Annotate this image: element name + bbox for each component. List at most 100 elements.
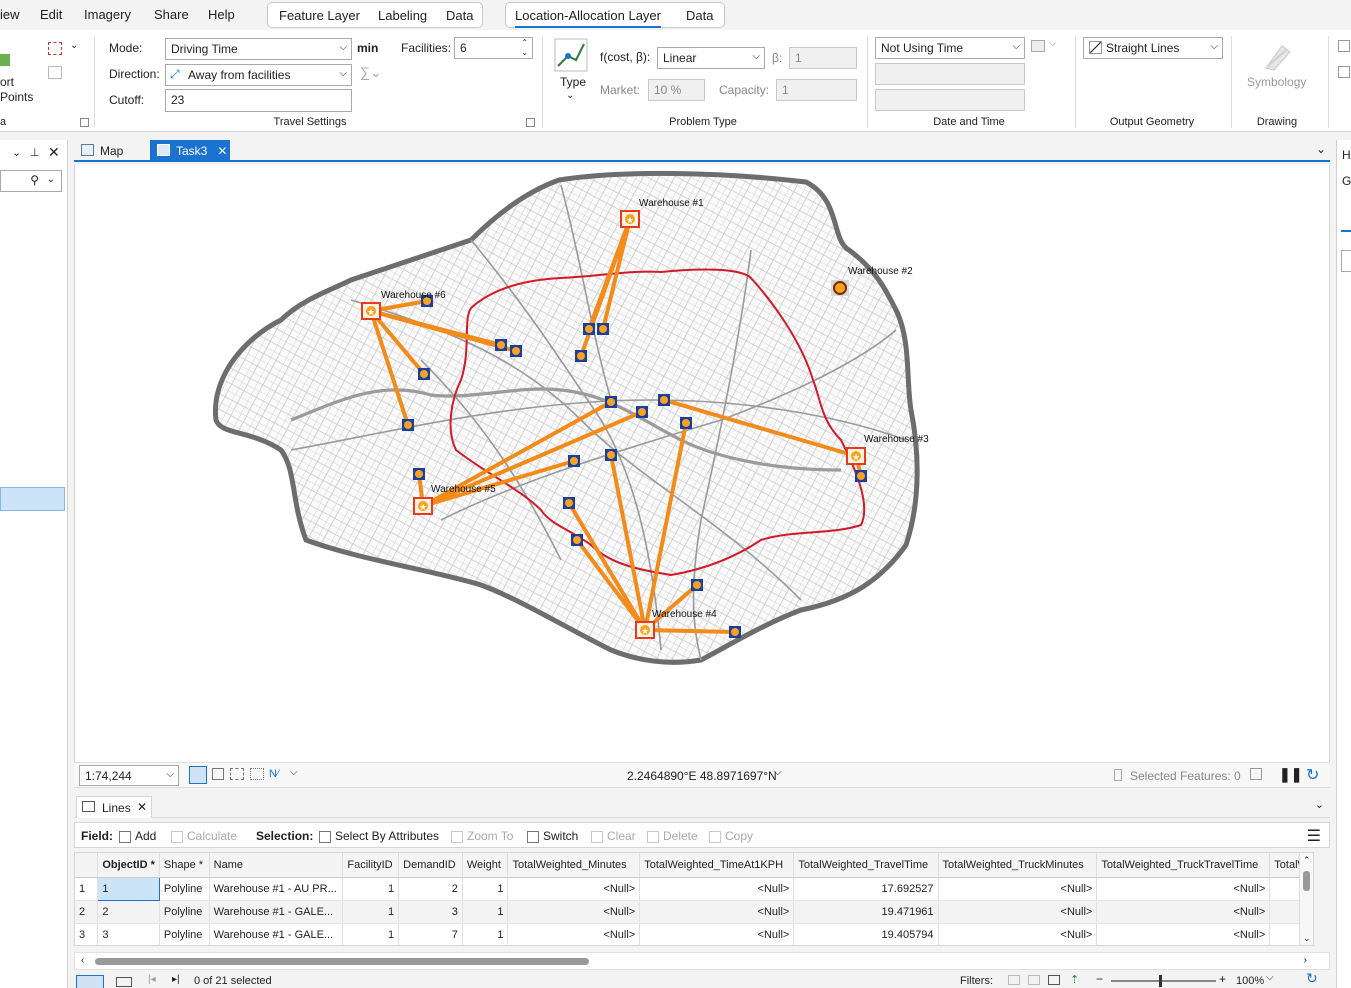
- facilities-stepper[interactable]: 6 ⌃ ⌄: [454, 37, 533, 59]
- scroll-thumb[interactable]: [1303, 871, 1310, 891]
- accumulate-icon[interactable]: ∑⌄: [360, 64, 382, 81]
- tab-help[interactable]: Help: [208, 7, 235, 22]
- column-header-totalweighted-truckminutes[interactable]: TotalWeighted_TruckMinutes: [938, 853, 1098, 878]
- grid-icon[interactable]: [212, 768, 224, 780]
- last-record-icon[interactable]: ▸|: [172, 974, 180, 985]
- table-cell[interactable]: <Null>: [1096, 877, 1271, 901]
- tab-share[interactable]: Share: [154, 7, 189, 22]
- snapping-icon[interactable]: [230, 768, 244, 780]
- definition-filter-icon[interactable]: [1048, 975, 1060, 985]
- warehouse-3-marker[interactable]: ★: [846, 447, 866, 465]
- column-header-totalweighted-traveltime[interactable]: TotalWeighted_TravelTime: [793, 853, 939, 878]
- chevron-down-icon[interactable]: ⌵: [290, 767, 298, 778]
- column-header-demandid[interactable]: DemandID: [398, 853, 463, 878]
- table-cell[interactable]: 19.471961: [793, 900, 939, 924]
- column-header-totalweighted-timeat1kph[interactable]: TotalWeighted_TimeAt1KPH: [639, 853, 795, 878]
- symbology-icon[interactable]: [1262, 42, 1294, 72]
- table-cell[interactable]: <Null>: [938, 900, 1098, 924]
- tab-data[interactable]: Data: [446, 8, 473, 23]
- direction-dropdown[interactable]: ⤢ Away from facilities ⌵: [165, 64, 352, 86]
- delete-button[interactable]: Delete: [647, 829, 698, 843]
- map-view[interactable]: ★ ★ ★ ★ ★ Warehouse #1 Warehouse #2 Ware…: [74, 164, 1330, 762]
- table-cell[interactable]: <Null>: [507, 877, 641, 901]
- table-cell[interactable]: 3: [398, 900, 463, 924]
- tab-task3[interactable]: Task3 ✕: [150, 140, 230, 162]
- tab-labeling[interactable]: Labeling: [378, 8, 427, 23]
- right-pane-input[interactable]: [1341, 250, 1351, 272]
- scroll-up-icon[interactable]: ⌃: [1303, 855, 1311, 866]
- filter-remove-icon[interactable]: [1338, 66, 1350, 78]
- demand-point[interactable]: [636, 406, 648, 418]
- table-cell[interactable]: 1: [462, 877, 509, 901]
- table-row[interactable]: 2 2 Polyline Warehouse #1 - GALE... 1 3 1 <Null…: [75, 900, 1313, 924]
- tab-la-data[interactable]: Data: [686, 8, 713, 23]
- range-filter-icon[interactable]: [1028, 975, 1040, 985]
- mode-dropdown[interactable]: Driving Time ⌵: [165, 38, 352, 60]
- beta-input[interactable]: 1: [789, 47, 857, 69]
- zoom-out-icon[interactable]: −: [1096, 972, 1103, 986]
- hamburger-menu-icon[interactable]: ☰: [1307, 826, 1321, 846]
- symbology-label[interactable]: Symbology: [1247, 75, 1306, 89]
- show-selected-records-icon[interactable]: [116, 977, 132, 987]
- column-header-totalweighted-trucktraveltime[interactable]: TotalWeighted_TruckTravelTime: [1096, 853, 1271, 878]
- switch-selection-button[interactable]: Switch: [527, 829, 578, 843]
- demand-point[interactable]: [605, 396, 617, 408]
- table-cell[interactable]: Warehouse #1 - GALE...: [209, 923, 344, 945]
- close-icon[interactable]: ✕: [137, 800, 147, 814]
- zoom-slider-thumb[interactable]: [1159, 975, 1162, 987]
- table-cell[interactable]: 1: [342, 877, 400, 901]
- table-cell[interactable]: Polyline: [159, 923, 210, 945]
- tab-map[interactable]: Map: [74, 140, 146, 162]
- table-cell[interactable]: Warehouse #1 - GALE...: [209, 900, 344, 924]
- tab-location-allocation-layer[interactable]: Location-Allocation Layer: [515, 8, 661, 28]
- time-input[interactable]: [875, 89, 1025, 111]
- right-pane-tab-partial[interactable]: H: [1342, 148, 1351, 162]
- pin-icon[interactable]: ⊥: [30, 146, 40, 159]
- filter-icon[interactable]: [1338, 40, 1350, 52]
- demand-point[interactable]: [691, 579, 703, 591]
- constraints-icon[interactable]: [250, 768, 264, 780]
- table-cell[interactable]: Polyline: [159, 877, 210, 901]
- chevron-down-icon[interactable]: ⌵: [774, 767, 782, 778]
- table-cell[interactable]: 17.692527: [793, 877, 939, 901]
- row-number[interactable]: 1: [75, 877, 99, 901]
- day-input[interactable]: [875, 63, 1025, 85]
- demand-point[interactable]: [495, 339, 507, 351]
- row-number[interactable]: 3: [75, 923, 99, 945]
- table-row[interactable]: 3 3 Polyline Warehouse #1 - GALE... 1 7 1 <Null…: [75, 923, 1313, 945]
- table-cell[interactable]: <Null>: [639, 923, 795, 945]
- column-header-weight[interactable]: Weight: [462, 853, 509, 878]
- table-row[interactable]: 1 1 Polyline Warehouse #1 - AU PR... 1 2 1 <Nul…: [75, 876, 1313, 901]
- group-launcher-icon[interactable]: [526, 118, 535, 127]
- demand-point[interactable]: [729, 626, 741, 638]
- clear-selection-button[interactable]: Clear: [591, 829, 636, 843]
- column-header-facilityid[interactable]: FacilityID: [342, 853, 400, 878]
- chevron-down-icon[interactable]: ⌵: [1049, 38, 1057, 49]
- demand-point[interactable]: [571, 534, 583, 546]
- capacity-input[interactable]: 1: [776, 79, 857, 101]
- demand-point[interactable]: [583, 323, 595, 335]
- selected-layer-row[interactable]: [0, 487, 65, 511]
- table-cell[interactable]: <Null>: [1096, 900, 1271, 924]
- demand-point[interactable]: [418, 368, 430, 380]
- first-record-icon[interactable]: |◂: [148, 974, 156, 985]
- demand-point[interactable]: [680, 417, 692, 429]
- search-input[interactable]: ⚲ ⌄: [0, 170, 62, 192]
- warehouse-5-marker[interactable]: ★: [413, 497, 433, 515]
- fcost-dropdown[interactable]: Linear ⌵: [657, 47, 765, 69]
- table-cell[interactable]: Polyline: [159, 900, 210, 924]
- type-label[interactable]: Type: [560, 75, 586, 89]
- chevron-down-icon[interactable]: ⌄: [566, 90, 574, 101]
- chevron-down-icon[interactable]: ⌄: [1316, 142, 1326, 156]
- pause-icon[interactable]: ❚❚: [1279, 766, 1302, 783]
- row-header-corner[interactable]: [75, 853, 99, 878]
- column-header-name[interactable]: Name: [209, 853, 344, 878]
- refresh-icon[interactable]: ↻: [1306, 765, 1319, 785]
- demand-point[interactable]: [563, 497, 575, 509]
- table-cell[interactable]: 1: [97, 876, 160, 901]
- zoom-in-icon[interactable]: +: [1219, 972, 1226, 986]
- demand-point[interactable]: [510, 345, 522, 357]
- tab-lines[interactable]: Lines ✕: [76, 796, 152, 818]
- table-cell[interactable]: 3: [97, 923, 160, 945]
- warehouse-6-marker[interactable]: ★: [361, 302, 381, 320]
